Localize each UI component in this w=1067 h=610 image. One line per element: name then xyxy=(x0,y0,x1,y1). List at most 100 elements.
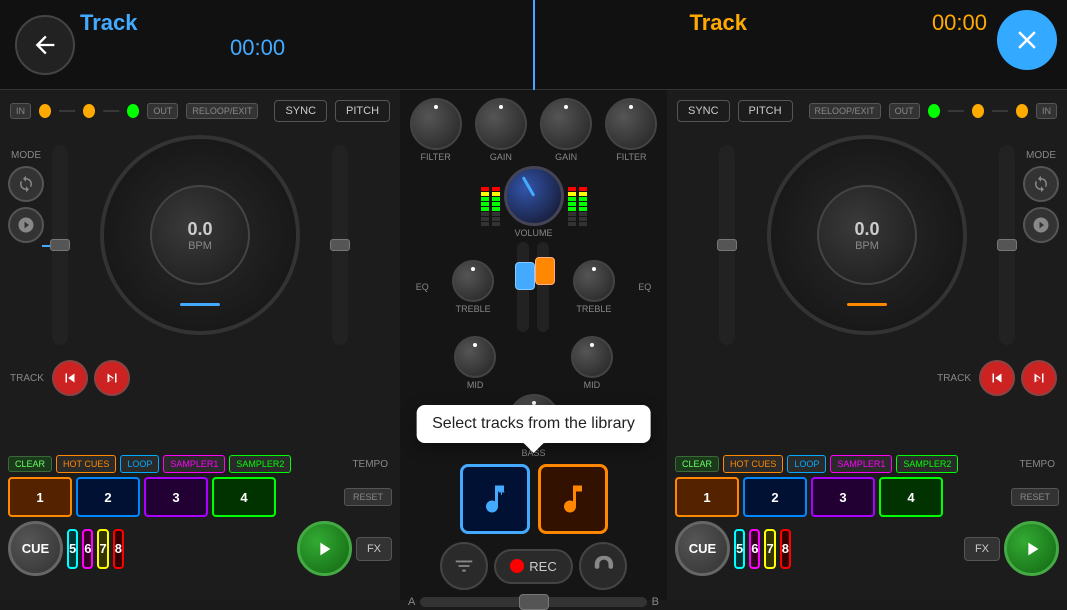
right-prev-button[interactable] xyxy=(979,360,1015,396)
left-mode-btn-1[interactable] xyxy=(8,166,44,202)
right-pad-6[interactable]: 6 xyxy=(749,529,760,569)
left-fx-button[interactable]: FX xyxy=(356,537,392,561)
right-play-button[interactable] xyxy=(1004,521,1059,576)
left-track-label: TRACK xyxy=(10,373,44,384)
filter-left-knob[interactable]: FILTER xyxy=(410,98,462,162)
left-pitch-handle-right xyxy=(330,239,350,251)
right-out-button[interactable]: OUT xyxy=(889,103,920,119)
right-hot-cues-tab[interactable]: HOT CUES xyxy=(723,455,783,473)
left-mode-btn-2[interactable] xyxy=(8,207,44,243)
left-pitch-button[interactable]: PITCH xyxy=(335,100,390,122)
left-pad-4[interactable]: 4 xyxy=(212,477,276,517)
rec-button[interactable]: REC xyxy=(494,549,572,584)
right-clear-button[interactable]: CLEAR xyxy=(675,456,719,472)
right-fader-handle xyxy=(535,257,555,285)
left-jog-wheel[interactable]: 0.0 BPM xyxy=(100,135,300,335)
left-pads-row2: CUE 5 6 7 8 FX xyxy=(8,521,392,576)
left-in-button[interactable]: IN xyxy=(10,103,31,119)
left-pad-5[interactable]: 5 xyxy=(67,529,78,569)
right-fx-button[interactable]: FX xyxy=(964,537,1000,561)
volume-knob-section[interactable]: VOLUME xyxy=(504,166,564,238)
left-pitch-slider-right[interactable] xyxy=(332,145,348,345)
right-track-nav: TRACK xyxy=(677,360,1057,396)
left-channel-fader[interactable] xyxy=(517,242,529,332)
right-pitch-slider[interactable] xyxy=(999,145,1015,345)
left-pitch-slider[interactable] xyxy=(52,145,68,345)
left-led-yellow2 xyxy=(83,104,95,118)
right-in-button[interactable]: IN xyxy=(1036,103,1057,119)
right-channel-fader[interactable] xyxy=(537,242,549,332)
left-pad-7[interactable]: 7 xyxy=(97,529,108,569)
right-pad-2[interactable]: 2 xyxy=(743,477,807,517)
right-pad-7[interactable]: 7 xyxy=(764,529,775,569)
crossfader-a-label: A xyxy=(408,596,415,608)
treble-left-knob[interactable]: TREBLE xyxy=(452,260,494,314)
equalizer-button[interactable] xyxy=(440,542,488,590)
left-bpm-unit: BPM xyxy=(188,240,212,252)
right-mode-btn-2[interactable] xyxy=(1023,207,1059,243)
left-pad-8[interactable]: 8 xyxy=(113,529,124,569)
left-led-green xyxy=(127,104,139,118)
right-pads-row2-inner: 5 6 7 8 xyxy=(734,529,791,569)
right-sampler2-tab[interactable]: SAMPLER2 xyxy=(896,455,958,473)
left-clear-button[interactable]: CLEAR xyxy=(8,456,52,472)
eq-right-label: EQ xyxy=(638,282,651,292)
right-next-button[interactable] xyxy=(1021,360,1057,396)
right-mode-btn-1[interactable] xyxy=(1023,166,1059,202)
left-out-button[interactable]: OUT xyxy=(147,103,178,119)
mid-right-knob[interactable]: MID xyxy=(571,336,613,390)
right-loop-tab[interactable]: LOOP xyxy=(787,455,826,473)
right-pitch-handle xyxy=(997,239,1017,251)
gain-left-knob[interactable]: GAIN xyxy=(475,98,527,162)
gain-right-knob[interactable]: GAIN xyxy=(540,98,592,162)
right-pitch-button[interactable]: PITCH xyxy=(738,100,793,122)
mixer-bottom-controls: REC xyxy=(436,538,630,594)
right-cue-button[interactable]: CUE xyxy=(675,521,730,576)
treble-right-knob[interactable]: TREBLE xyxy=(573,260,615,314)
left-hot-cues-tab[interactable]: HOT CUES xyxy=(56,455,116,473)
right-track-buttons xyxy=(979,360,1057,396)
filter-right-knob[interactable]: FILTER xyxy=(605,98,657,162)
left-mode-label: MODE xyxy=(8,150,44,161)
left-prev-button[interactable] xyxy=(52,360,88,396)
left-reset-button[interactable]: RESET xyxy=(344,488,392,506)
left-pad-2[interactable]: 2 xyxy=(76,477,140,517)
crossfader-track[interactable] xyxy=(420,597,646,607)
left-pads-row1: 1 2 3 4 RESET xyxy=(8,477,392,517)
right-pad-4[interactable]: 4 xyxy=(879,477,943,517)
right-jog-marker xyxy=(847,303,887,306)
left-loop-tab[interactable]: LOOP xyxy=(120,455,159,473)
left-pad-3[interactable]: 3 xyxy=(144,477,208,517)
left-reloop-button[interactable]: RELOOP/EXIT xyxy=(186,103,258,119)
headphones-button[interactable] xyxy=(579,542,627,590)
right-library-button[interactable] xyxy=(538,464,608,534)
left-next-button[interactable] xyxy=(94,360,130,396)
left-library-button[interactable]: + xyxy=(460,464,530,534)
left-cue-button[interactable]: CUE xyxy=(8,521,63,576)
back-button[interactable] xyxy=(15,15,75,75)
left-pad-1[interactable]: 1 xyxy=(8,477,72,517)
left-sampler2-tab[interactable]: SAMPLER2 xyxy=(229,455,291,473)
right-pad-8[interactable]: 8 xyxy=(780,529,791,569)
right-sync-button[interactable]: SYNC xyxy=(677,100,730,122)
mid-left-knob[interactable]: MID xyxy=(454,336,496,390)
svg-text:+: + xyxy=(498,485,505,499)
left-sampler1-tab[interactable]: SAMPLER1 xyxy=(163,455,225,473)
left-pad-6[interactable]: 6 xyxy=(82,529,93,569)
left-play-button[interactable] xyxy=(297,521,352,576)
right-reset-button[interactable]: RESET xyxy=(1011,488,1059,506)
right-reloop-button[interactable]: RELOOP/EXIT xyxy=(809,103,881,119)
mid-left-label: MID xyxy=(467,380,484,390)
right-tempo-label: TEMPO xyxy=(1019,459,1055,470)
left-pads-section: CLEAR HOT CUES LOOP SAMPLER1 SAMPLER2 TE… xyxy=(0,450,400,600)
right-jog-wheel[interactable]: 0.0 BPM xyxy=(767,135,967,335)
mixer-mid: MID MID xyxy=(400,334,667,392)
left-sync-button[interactable]: SYNC xyxy=(274,100,327,122)
right-pad-1[interactable]: 1 xyxy=(675,477,739,517)
right-pad-3[interactable]: 3 xyxy=(811,477,875,517)
left-jog-marker xyxy=(180,303,220,306)
close-button[interactable] xyxy=(997,10,1057,70)
right-pitch-slider-left[interactable] xyxy=(719,145,735,345)
right-pad-5[interactable]: 5 xyxy=(734,529,745,569)
right-sampler1-tab[interactable]: SAMPLER1 xyxy=(830,455,892,473)
